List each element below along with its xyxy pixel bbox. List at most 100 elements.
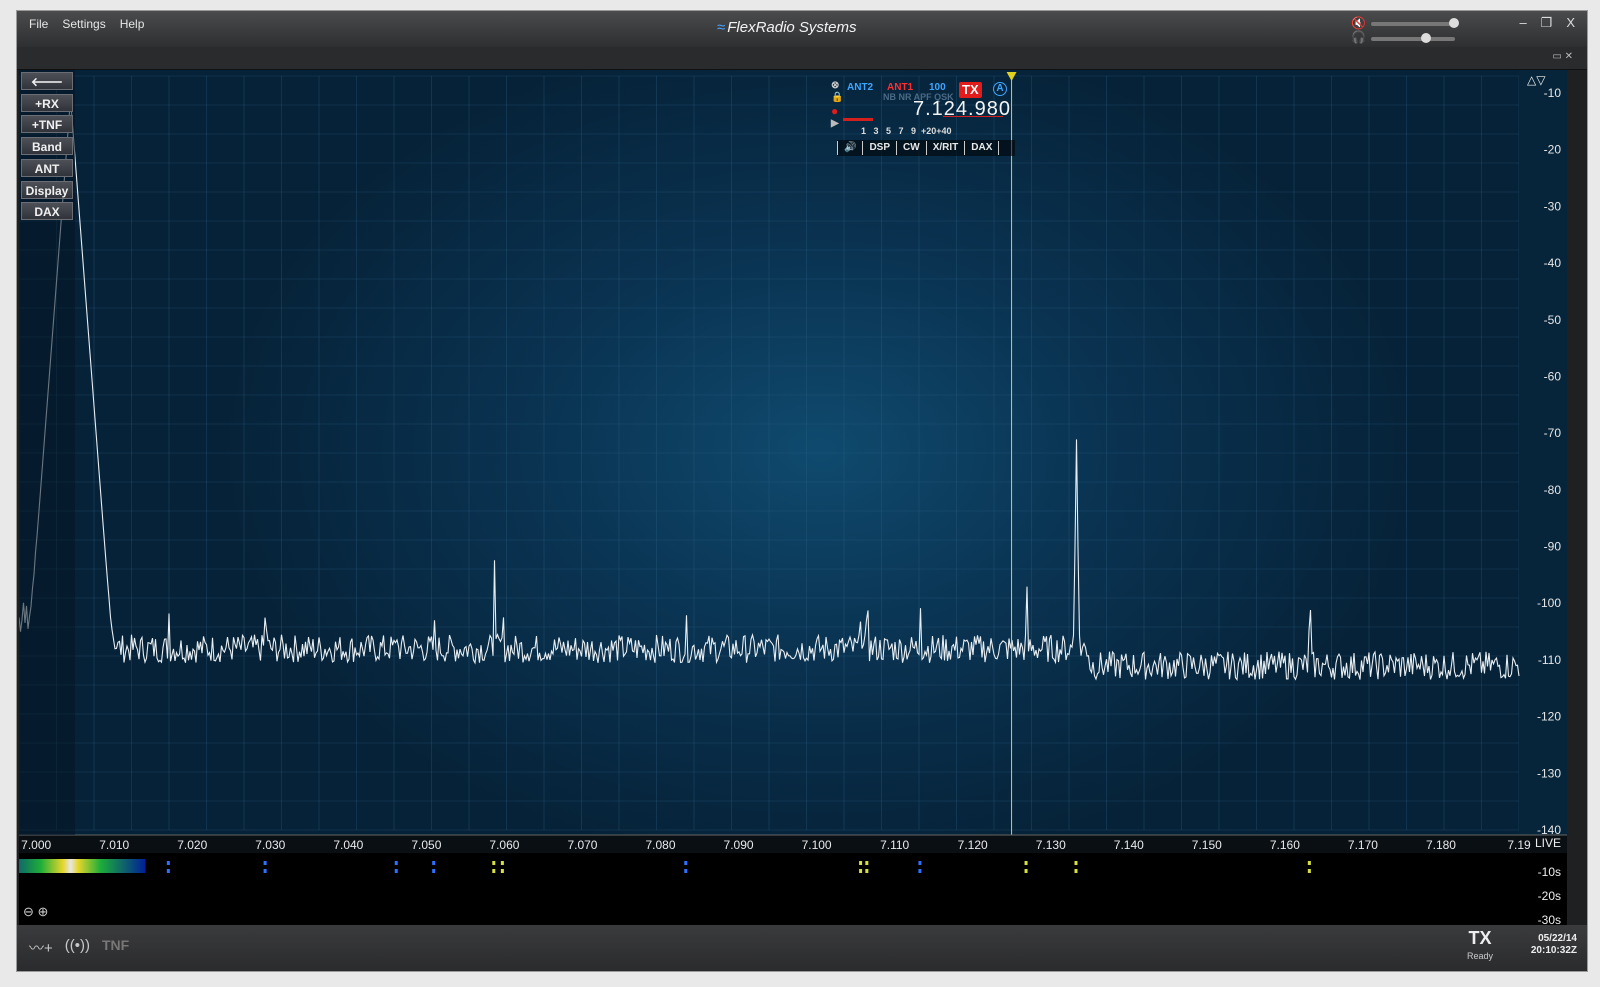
add-rx-button[interactable]: +RX <box>21 94 73 112</box>
panadapter[interactable]: -10 -20 -30 -40 -50 -60 -70 -80 -90 -100 -110 -120 -… <box>19 70 1567 925</box>
x-tick-label: 7.020 <box>177 838 207 852</box>
menu-file[interactable]: File <box>29 17 48 31</box>
x-tick-label: 7.150 <box>1192 838 1222 852</box>
x-tick-label: 7.000 <box>21 838 51 852</box>
status-bar: 〰+ ((•)) TNF TX Ready 05/22/14 20:10:32Z <box>17 925 1587 971</box>
x-tick-label: 7.19 <box>1507 838 1531 852</box>
zoom-out-icon[interactable]: ⊖ <box>23 904 34 919</box>
tx-status-label: TX <box>1468 928 1492 948</box>
panadapter-window-controls[interactable]: ▭ ✕ <box>1552 51 1573 62</box>
x-tick-label: 7.140 <box>1114 838 1144 852</box>
waterfall-signal-trace <box>1307 861 1311 865</box>
waterfall-signal-trace <box>1074 861 1078 865</box>
headphone-slider[interactable] <box>1371 33 1455 43</box>
volume-slider[interactable] <box>1371 18 1459 28</box>
collapse-arrow-button[interactable]: 🡐 <box>21 72 73 90</box>
tab-dax[interactable]: DAX <box>964 141 1000 155</box>
x-tick-label: 7.130 <box>1036 838 1066 852</box>
smeter-scale: 1 3 5 7 9 +20+40 <box>861 126 952 136</box>
waterfall-signal-trace <box>859 861 863 865</box>
waterfall-signal-trace <box>166 861 170 865</box>
waveform-add-icon[interactable]: 〰+ <box>29 937 53 958</box>
ant-button[interactable]: ANT <box>21 159 73 177</box>
tab-cw[interactable]: CW <box>896 141 926 155</box>
record-icon[interactable]: ● <box>831 104 838 118</box>
minimize-button[interactable]: – <box>1519 15 1526 31</box>
swoosh-icon: ≈ <box>717 19 726 36</box>
waterfall-signal-trace <box>166 869 170 873</box>
restore-button[interactable]: ❐ <box>1541 15 1553 31</box>
add-tnf-button[interactable]: +TNF <box>21 115 73 133</box>
waterfall-signal-trace <box>1307 869 1311 873</box>
brand-logo: ≈ FlexRadio Systems <box>717 19 856 36</box>
window-controls: – ❐ X <box>1519 15 1575 31</box>
waterfall-signal-trace <box>1024 869 1028 873</box>
y-tick-label: -90 <box>1544 540 1562 554</box>
x-tick-label: 7.160 <box>1270 838 1300 852</box>
panadapter-header: ▭ ✕ <box>17 47 1587 70</box>
y-tick-label: -100 <box>1537 596 1561 610</box>
slice-letter[interactable]: A <box>993 82 1007 96</box>
waterfall-strong-signal <box>19 859 146 873</box>
waterfall-signal-trace <box>500 861 504 865</box>
frequency-axis <box>19 835 1567 853</box>
y-tick-label: -130 <box>1537 766 1561 780</box>
waterfall-signal-trace <box>394 869 398 873</box>
x-tick-label: 7.120 <box>958 838 988 852</box>
waterfall-signal-trace <box>432 869 436 873</box>
y-tick-label: -70 <box>1544 426 1562 440</box>
side-button-panel: 🡐 +RX +TNF Band ANT Display DAX <box>19 70 75 835</box>
waterfall-time-label: -10s <box>1538 865 1561 879</box>
tx-status: TX Ready <box>1467 929 1493 965</box>
menu-help[interactable]: Help <box>120 17 145 31</box>
waterfall-signal-trace <box>859 869 863 873</box>
speaker-mute-icon[interactable]: 🔇 <box>1351 16 1366 30</box>
tab-dsp[interactable]: DSP <box>862 141 896 155</box>
rx-antenna[interactable]: ANT2 <box>847 82 873 93</box>
waterfall <box>19 853 1567 925</box>
waterfall-signal-trace <box>865 869 869 873</box>
close-button[interactable]: X <box>1566 15 1575 31</box>
display-button[interactable]: Display <box>21 181 73 199</box>
play-icon[interactable]: ▶ <box>831 118 839 129</box>
tab-xrit[interactable]: X/RIT <box>925 141 965 155</box>
x-tick-label: 7.110 <box>880 838 909 852</box>
zoom-in-icon[interactable]: ⊕ <box>38 904 49 919</box>
date: 05/22/14 <box>1538 933 1577 944</box>
volume-knob[interactable] <box>1449 18 1459 28</box>
tx-indicator[interactable]: TX <box>959 82 982 98</box>
x-tick-label: 7.010 <box>99 838 129 852</box>
band-button[interactable]: Band <box>21 137 73 155</box>
x-tick-label: 7.170 <box>1348 838 1378 852</box>
slice-flag[interactable]: ⊗ 🔒 ● ▶ ANT2 ANT1 100 NB NR APF QSK TX A… <box>831 80 1021 160</box>
status-icons: 〰+ ((•)) TNF <box>29 937 129 958</box>
tnf-toggle[interactable]: TNF <box>102 937 129 958</box>
waterfall-signal-trace <box>394 861 398 865</box>
dax-button[interactable]: DAX <box>21 202 73 220</box>
waterfall-signal-trace <box>684 869 688 873</box>
waterfall-signal-trace <box>263 861 267 865</box>
lock-icon[interactable]: 🔒 <box>831 92 843 103</box>
slice-frequency[interactable]: 7.124.980 <box>913 98 1011 121</box>
y-tick-label: -110 <box>1538 653 1561 667</box>
brand-text: FlexRadio Systems <box>727 19 857 36</box>
zoom-controls: ⊖ ⊕ <box>23 904 48 920</box>
x-tick-label: 7.050 <box>411 838 441 852</box>
waterfall-signal-trace <box>865 861 869 865</box>
smeter-over-range <box>943 116 1003 117</box>
waterfall-signal-trace <box>918 861 922 865</box>
x-tick-label: 7.070 <box>567 838 597 852</box>
x-tick-label: 7.180 <box>1426 838 1456 852</box>
waterfall-time-label: -30s <box>1538 913 1561 925</box>
slice-tab-bar: 🔊 DSP CW X/RIT DAX <box>837 140 1015 156</box>
headphone-knob[interactable] <box>1421 33 1431 43</box>
x-tick-label: 7.080 <box>646 838 676 852</box>
antenna-icon[interactable]: ((•)) <box>65 937 90 958</box>
menu-settings[interactable]: Settings <box>62 17 105 31</box>
smeter-level <box>843 118 873 121</box>
menu-bar: File Settings Help <box>29 17 144 31</box>
close-slice-icon[interactable]: ⊗ <box>831 80 839 91</box>
audio-tab-icon[interactable]: 🔊 <box>837 141 862 155</box>
spectrum-plot[interactable]: -10 -20 -30 -40 -50 -60 -70 -80 -90 -100 -110 -120 -… <box>19 70 1567 925</box>
headphone-icon[interactable]: 🎧 <box>1351 30 1366 44</box>
